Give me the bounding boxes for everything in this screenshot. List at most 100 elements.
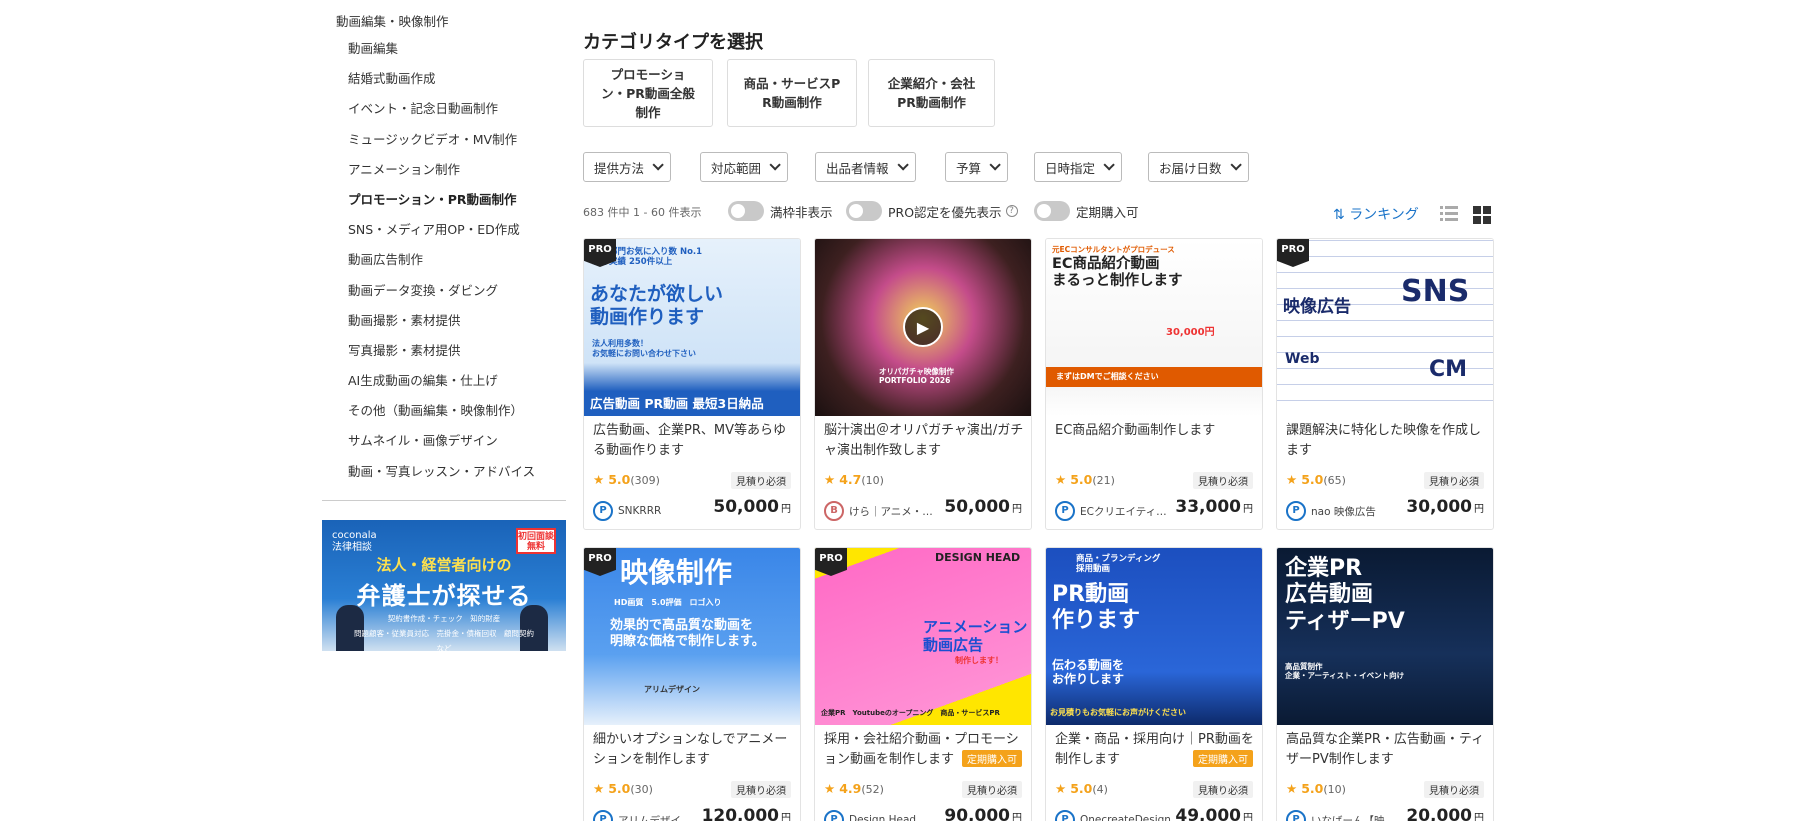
toggle-hide-full[interactable]: 満枠非表示 — [728, 201, 833, 221]
service-card[interactable]: 商品・ブランディング 採用動画 PR動画 作ります 伝わる動画を お作りします お見積… — [1045, 547, 1263, 821]
star-icon: ★ — [1055, 781, 1067, 796]
filter-date[interactable]: 日時指定 — [1034, 152, 1123, 182]
seller-name: OnecreateDesign — [1080, 814, 1171, 821]
category-type-button[interactable]: 企業紹介・会社 PR動画制作 — [868, 59, 995, 127]
quote-required-badge: 見積り必須 — [1424, 472, 1484, 489]
service-title[interactable]: 脳汁演出＠オリパガチャ演出/ガチャ演出制作致します — [824, 421, 1024, 461]
service-thumbnail[interactable]: ▶ オリパガチャ映像制作 PORTFOLIO 2026 — [815, 239, 1031, 416]
service-card[interactable]: 元ECコンサルタントがプロデュース EC商品紹介動画 まるっと制作します 30,00… — [1045, 238, 1263, 530]
service-card[interactable]: ▶ オリパガチャ映像制作 PORTFOLIO 2026 脳汁演出＠オリパガチャ演出/… — [814, 238, 1032, 530]
seller-info[interactable]: P OnecreateDesign — [1055, 810, 1171, 821]
sidebar-item[interactable]: 動画撮影・素材提供 — [348, 310, 535, 340]
service-price: 33,000 円 — [1175, 497, 1253, 517]
toggle-switch[interactable] — [1034, 201, 1070, 221]
sidebar-subcategory-list: 動画編集 結婚式動画作成 イベント・記念日動画制作 ミュージックビデオ・MV制作 アニメ… — [348, 38, 535, 491]
toggle-switch[interactable] — [728, 201, 764, 221]
service-title[interactable]: 高品質な企業PR・広告動画・ティザーPV制作します — [1286, 730, 1486, 770]
sidebar-heading[interactable]: 動画編集・映像制作 — [336, 11, 449, 30]
service-rating: ★ 5.0(65) — [1286, 472, 1346, 487]
play-icon[interactable]: ▶ — [903, 307, 943, 347]
service-card[interactable]: PRO SNS 映像広告 Web CM 課題解決に特化した映像を作成します ★ 5.0(65… — [1276, 238, 1494, 530]
filter-budget[interactable]: 予算 — [945, 152, 1009, 182]
sidebar-item[interactable]: アニメーション制作 — [348, 159, 535, 189]
category-type-button[interactable]: プロモーショ ン・PR動画全般 制作 — [583, 59, 713, 127]
banner-line2: 弁護士が探せる — [356, 582, 532, 610]
rating-score: 4.9 — [839, 781, 862, 796]
sidebar-item[interactable]: プロモーション・PR動画制作 — [348, 189, 535, 219]
sidebar-item[interactable]: 写真撮影・素材提供 — [348, 340, 535, 370]
service-title[interactable]: 細かいオプションなしでアニメーションを制作します — [593, 730, 793, 770]
filter-seller-info[interactable]: 出品者情報 — [815, 152, 916, 182]
toggle-switch[interactable] — [846, 201, 882, 221]
thumbnail-text: まずはDMでご相談ください — [1056, 372, 1159, 381]
quote-required-badge: 見積り必須 — [731, 472, 791, 489]
category-type-button[interactable]: 商品・サービスP R動画制作 — [727, 59, 857, 127]
service-title[interactable]: 課題解決に特化した映像を作成します — [1286, 421, 1486, 461]
review-count: (309) — [630, 474, 660, 487]
currency-unit: 円 — [781, 813, 791, 821]
filter-delivery-days[interactable]: お届け日数 — [1148, 152, 1249, 182]
service-title[interactable]: 広告動画、企業PR、MV等あらゆる動画作ります — [593, 421, 793, 461]
service-thumbnail[interactable]: PRO制作部門お気に入り数 No.1 制作実績 250件以上あなたが欲しい 動画… — [584, 239, 800, 416]
service-thumbnail[interactable]: PRO 映像制作 効果的で高品質な動画を 明瞭な価格で制作します。 HD画質 5.0評… — [584, 548, 800, 725]
sidebar-item[interactable]: サムネイル・画像デザイン — [348, 430, 535, 460]
service-card[interactable]: 企業PR 広告動画 ティザーPV 高品質制作 企業・アーティスト・イベント向け高品… — [1276, 547, 1494, 821]
help-icon[interactable]: ? — [1005, 205, 1018, 217]
toggle-label: 満枠非表示 — [770, 204, 833, 220]
sidebar-item[interactable]: SNS・メディア用OP・ED作成 — [348, 219, 535, 249]
avatar: P — [1055, 501, 1075, 521]
thumbnail-text: 企業PR 広告動画 ティザーPV — [1285, 556, 1405, 634]
service-title[interactable]: EC商品紹介動画制作します — [1055, 421, 1255, 461]
sort-ranking-button[interactable]: ⇅ ランキング — [1333, 204, 1419, 224]
service-card[interactable]: PRO 映像制作 効果的で高品質な動画を 明瞭な価格で制作します。 HD画質 5.0評… — [583, 547, 801, 821]
seller-info[interactable]: P いなばーん【映… — [1286, 810, 1395, 821]
rating-score: 5.0 — [1070, 781, 1093, 796]
seller-name: アリムデザイ… — [618, 814, 692, 821]
currency-unit: 円 — [1243, 813, 1253, 821]
service-thumbnail[interactable]: PRO DESIGN HEAD アニメーション 動画広告 制作します！ 企業PR You… — [815, 548, 1031, 725]
service-card[interactable]: PRO DESIGN HEAD アニメーション 動画広告 制作します！ 企業PR You… — [814, 547, 1032, 821]
filter-delivery-method[interactable]: 提供方法 — [583, 152, 672, 182]
seller-info[interactable]: P SNKRRR — [593, 501, 661, 521]
list-view-icon[interactable] — [1440, 206, 1458, 223]
subscription-badge: 定期購入可 — [1193, 750, 1253, 767]
filter-label: 日時指定 — [1045, 160, 1096, 176]
quote-required-badge: 見積り必須 — [1193, 472, 1253, 489]
filter-scope[interactable]: 対応範囲 — [700, 152, 789, 182]
sidebar-item[interactable]: その他（動画編集・映像制作） — [348, 400, 535, 430]
sidebar-item[interactable]: AI生成動画の編集・仕上げ — [348, 370, 535, 400]
avatar: P — [1286, 501, 1306, 521]
sidebar-item[interactable]: 動画データ変換・ダビング — [348, 280, 535, 310]
seller-info[interactable]: P アリムデザイ… — [593, 810, 692, 821]
pro-badge: PRO — [584, 548, 616, 576]
sidebar-item[interactable]: ミュージックビデオ・MV制作 — [348, 129, 535, 159]
sidebar-item[interactable]: 動画広告制作 — [348, 249, 535, 279]
service-thumbnail[interactable]: 企業PR 広告動画 ティザーPV 高品質制作 企業・アーティスト・イベント向け — [1277, 548, 1493, 725]
service-rating: ★ 5.0(309) — [593, 472, 660, 487]
service-card[interactable]: PRO制作部門お気に入り数 No.1 制作実績 250件以上あなたが欲しい 動画… — [583, 238, 801, 530]
service-thumbnail[interactable]: PRO SNS 映像広告 Web CM — [1277, 239, 1493, 416]
sidebar-item[interactable]: イベント・記念日動画制作 — [348, 98, 535, 128]
avatar: P — [1286, 810, 1306, 821]
sidebar-item[interactable]: 動画・写真レッスン・アドバイス — [348, 461, 535, 491]
sidebar-item[interactable]: 結婚式動画作成 — [348, 68, 535, 98]
review-count: (21) — [1092, 474, 1115, 487]
rating-score: 5.0 — [608, 781, 631, 796]
toggle-pro-first[interactable]: PRO認定を優先表示? — [846, 201, 1018, 221]
service-rating: ★ 5.0(4) — [1055, 781, 1108, 796]
rating-score: 5.0 — [1070, 472, 1093, 487]
seller-name: SNKRRR — [618, 505, 662, 517]
service-thumbnail[interactable]: 元ECコンサルタントがプロデュース EC商品紹介動画 まるっと制作します 30,00… — [1046, 239, 1262, 416]
seller-info[interactable]: P ECクリエイティ… — [1055, 501, 1167, 521]
thumbnail-text: EC商品紹介動画 まるっと制作します — [1052, 256, 1183, 290]
sidebar-item[interactable]: 動画編集 — [348, 38, 535, 68]
service-thumbnail[interactable]: 商品・ブランディング 採用動画 PR動画 作ります 伝わる動画を お作りします お見積… — [1046, 548, 1262, 725]
seller-info[interactable]: P Design Head — [824, 810, 916, 821]
seller-info[interactable]: B けら｜アニメ・… — [824, 501, 933, 521]
lawyer-ad-banner[interactable]: coconala 法律相談 初回面談 無料 法人・経営者向けの 弁護士が探せる … — [322, 520, 566, 651]
thumbnail-text: 高品質制作 企業・アーティスト・イベント向け — [1285, 662, 1405, 680]
seller-info[interactable]: Pnao 映像広告 — [1286, 501, 1376, 521]
toggle-subscription[interactable]: 定期購入可 — [1034, 201, 1139, 221]
service-price: 50,000 円 — [944, 497, 1022, 517]
grid-view-icon[interactable] — [1473, 206, 1491, 224]
